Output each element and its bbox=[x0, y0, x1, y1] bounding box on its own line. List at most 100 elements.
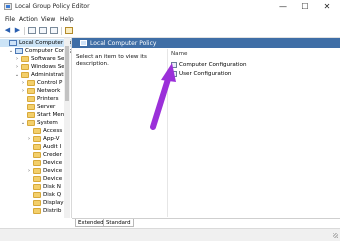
tree-item-label: Creder bbox=[43, 152, 62, 158]
tree-item-label: Administrativ bbox=[31, 72, 69, 78]
folder-icon bbox=[33, 136, 41, 142]
tree-item[interactable]: › Network bbox=[0, 87, 71, 95]
filter-icon[interactable] bbox=[65, 27, 73, 34]
tree-item-label: Device bbox=[43, 176, 63, 182]
tree-item[interactable]: › Control P bbox=[0, 79, 71, 87]
tree-item[interactable]: Server bbox=[0, 103, 71, 111]
resize-grip-icon[interactable] bbox=[333, 233, 338, 238]
list-item-label: Computer Configuration bbox=[179, 62, 247, 68]
folder-icon bbox=[21, 56, 29, 62]
pane-splitter[interactable] bbox=[71, 38, 72, 218]
folder-icon bbox=[21, 64, 29, 70]
folder-icon bbox=[33, 176, 41, 182]
tree-item[interactable]: › Device bbox=[0, 167, 71, 175]
close-button[interactable]: ✕ bbox=[316, 0, 338, 14]
folder-icon bbox=[33, 184, 41, 190]
tree-item[interactable]: Device bbox=[0, 159, 71, 167]
folder-icon bbox=[33, 160, 41, 166]
collapse-icon[interactable]: ⌄ bbox=[14, 71, 20, 79]
maximize-button[interactable]: ☐ bbox=[294, 0, 316, 14]
column-header-name[interactable]: Name bbox=[171, 51, 188, 57]
expand-icon[interactable]: › bbox=[14, 63, 20, 71]
folder-icon bbox=[27, 96, 35, 102]
tab-extended[interactable]: Extended bbox=[75, 219, 107, 227]
tab-standard[interactable]: Standard bbox=[103, 219, 134, 227]
column-separator bbox=[167, 49, 168, 217]
tree-item-label: Printers bbox=[37, 96, 59, 102]
collapse-icon[interactable]: ⌄ bbox=[20, 119, 26, 127]
tree-item[interactable]: › App-V bbox=[0, 135, 71, 143]
folder-icon bbox=[33, 200, 41, 206]
expand-icon[interactable]: › bbox=[14, 55, 20, 63]
help-icon[interactable] bbox=[50, 27, 58, 34]
tree-item[interactable]: Start Men bbox=[0, 111, 71, 119]
tree-item[interactable]: Device bbox=[0, 175, 71, 183]
pane-header-title: Local Computer Policy bbox=[90, 40, 157, 47]
properties-icon[interactable] bbox=[39, 27, 47, 34]
collapse-icon[interactable]: ⌄ bbox=[8, 47, 14, 55]
tree-item[interactable]: Audit I bbox=[0, 143, 71, 151]
show-hide-tree-icon[interactable] bbox=[28, 27, 36, 34]
toolbar-separator bbox=[24, 27, 25, 35]
folder-icon bbox=[27, 80, 35, 86]
tree-item-label: Server bbox=[37, 104, 56, 110]
folder-icon bbox=[33, 192, 41, 198]
menu-help[interactable]: Help bbox=[60, 16, 74, 23]
tree-item-label: Network bbox=[37, 88, 61, 94]
computer-config-icon bbox=[171, 62, 177, 68]
tree-item-label: Disk N bbox=[43, 184, 61, 190]
tree-item-label: Disk Q bbox=[43, 192, 62, 198]
tree-item-label: Display bbox=[43, 200, 64, 206]
folder-icon bbox=[33, 168, 41, 174]
folder-icon bbox=[33, 208, 41, 214]
tree-item[interactable]: Local Computer Polic bbox=[0, 39, 71, 47]
toolbar-separator bbox=[61, 27, 62, 35]
folder-icon bbox=[21, 72, 29, 78]
tree-item[interactable]: Printers bbox=[0, 95, 71, 103]
tree-item-label: Device bbox=[43, 160, 63, 166]
expand-icon[interactable]: › bbox=[20, 87, 26, 95]
folder-icon bbox=[33, 128, 41, 134]
expand-icon[interactable]: › bbox=[26, 167, 32, 175]
tree-item-label: Access bbox=[43, 128, 63, 134]
tree-item-label: Control P bbox=[37, 80, 63, 86]
folder-icon bbox=[27, 120, 35, 126]
tree-item[interactable]: Disk Q bbox=[0, 191, 71, 199]
menu-file[interactable]: File bbox=[5, 16, 15, 23]
list-item-label: User Configuration bbox=[179, 71, 232, 77]
forward-icon[interactable]: ▶ bbox=[13, 26, 22, 35]
user-config-icon bbox=[171, 71, 177, 77]
expand-icon[interactable]: › bbox=[26, 135, 32, 143]
tree-item-label: Audit I bbox=[43, 144, 62, 150]
back-icon[interactable]: ◀ bbox=[3, 26, 12, 35]
tree-item[interactable]: Creder bbox=[0, 151, 71, 159]
folder-icon bbox=[33, 152, 41, 158]
computer-icon bbox=[15, 48, 23, 54]
tree-item-label: Start Men bbox=[37, 112, 65, 118]
tree-item[interactable]: Access bbox=[0, 127, 71, 135]
tree-item[interactable]: › Software Setti bbox=[0, 55, 71, 63]
tree-item[interactable]: Display bbox=[0, 199, 71, 207]
status-bar bbox=[0, 228, 340, 241]
menu-action[interactable]: Action bbox=[19, 16, 38, 23]
tree-item[interactable]: Distrib bbox=[0, 207, 71, 215]
tree-item[interactable]: Disk N bbox=[0, 183, 71, 191]
minimize-button[interactable]: — bbox=[272, 0, 294, 14]
tree-item[interactable]: ⌄ Computer Config bbox=[0, 47, 71, 55]
expand-icon[interactable]: › bbox=[20, 79, 26, 87]
menu-view[interactable]: View bbox=[41, 16, 55, 23]
folder-icon bbox=[27, 104, 35, 110]
tree-item[interactable]: ⌄ Administrativ bbox=[0, 71, 71, 79]
tree-scrollbar-thumb[interactable] bbox=[65, 46, 69, 101]
tree-item[interactable]: › Windows Sett bbox=[0, 63, 71, 71]
tree-item[interactable]: ⌄ System bbox=[0, 119, 71, 127]
